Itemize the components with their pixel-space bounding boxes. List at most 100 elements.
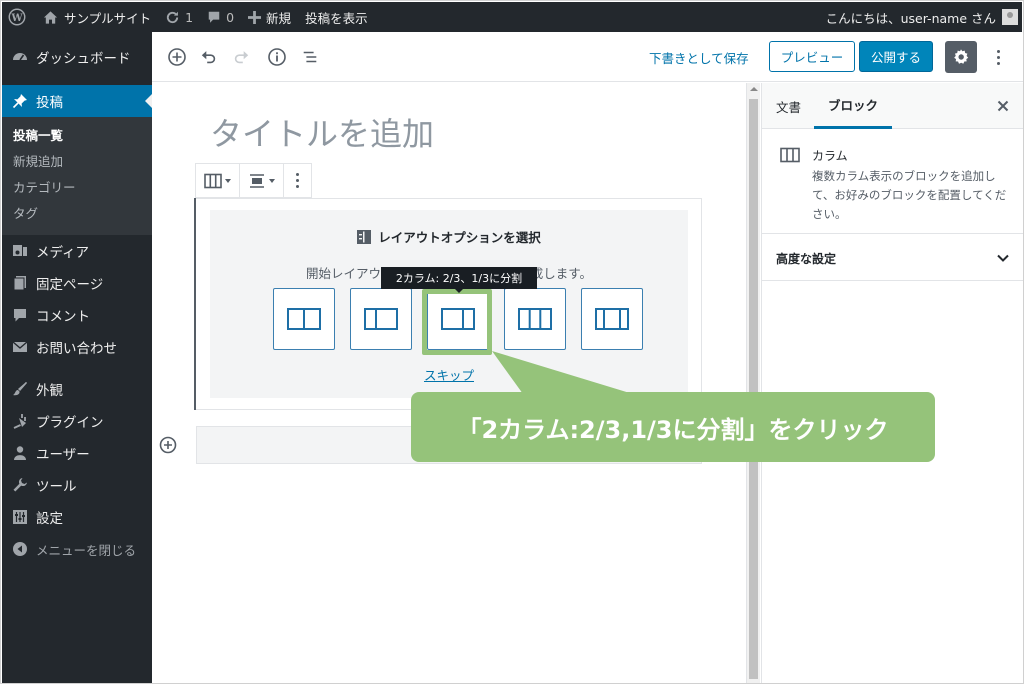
- layout-icon: [357, 229, 372, 244]
- menu-media[interactable]: メディア: [2, 235, 152, 267]
- menu-label: メニューを閉じる: [36, 542, 137, 558]
- editor-toolbar: 下書きとして保存 プレビュー 公開する: [152, 32, 1023, 82]
- editor-canvas: タイトルを追加 レイアウトオプションを選択 スキップ: [152, 83, 746, 683]
- layout-option-33-66[interactable]: [350, 288, 412, 350]
- close-icon[interactable]: [994, 97, 1012, 115]
- update-icon: [167, 11, 179, 23]
- menu-label: メディア: [36, 245, 90, 261]
- sidebar-tabs: 文書 ブロック: [762, 83, 1023, 129]
- menu-tools[interactable]: ツール: [2, 469, 152, 501]
- view-post-label: 投稿を表示: [305, 10, 368, 26]
- block-more-options-icon[interactable]: [284, 164, 311, 197]
- svg-text:W: W: [10, 13, 23, 24]
- more-options-icon[interactable]: [988, 44, 1008, 70]
- view-post-link[interactable]: 投稿を表示: [298, 2, 375, 32]
- brush-icon: [11, 380, 29, 398]
- menu-pages[interactable]: 固定ページ: [2, 267, 152, 299]
- media-icon: [11, 242, 29, 260]
- admin-sidebar: ダッシュボード 投稿 投稿一覧 新規追加 カテゴリー タグ メディア 固定ページ…: [2, 32, 152, 683]
- submenu-add-new[interactable]: 新規追加: [2, 149, 152, 175]
- wordpress-logo-icon[interactable]: W: [2, 2, 36, 32]
- preview-button[interactable]: プレビュー: [769, 41, 855, 72]
- columns-wide-center-icon: [595, 308, 629, 330]
- info-icon[interactable]: [265, 45, 289, 69]
- submenu-all-posts[interactable]: 投稿一覧: [2, 123, 152, 149]
- pin-icon: [11, 92, 29, 110]
- block-card-description: 複数カラム表示のブロックを追加して、お好みのブロックを配置してください。: [812, 169, 1007, 221]
- menu-users[interactable]: ユーザー: [2, 437, 152, 469]
- menu-plugins[interactable]: プラグイン: [2, 405, 152, 437]
- scroll-up-arrow-icon[interactable]: [750, 87, 758, 91]
- alignment-dropdown[interactable]: [240, 164, 284, 197]
- greeting: こんにちは、user-name さん: [825, 10, 996, 26]
- dashboard-icon: [11, 48, 29, 66]
- align-icon: [250, 173, 264, 188]
- site-name: サンプルサイト: [64, 10, 152, 26]
- menu-label: ユーザー: [36, 447, 90, 463]
- menu-label: プラグイン: [36, 415, 104, 431]
- submenu-categories[interactable]: カテゴリー: [2, 175, 152, 201]
- layout-option-33-33-33[interactable]: [504, 288, 566, 350]
- menu-appearance[interactable]: 外観: [2, 373, 152, 405]
- placeholder-label: レイアウトオプションを選択: [210, 227, 688, 246]
- scroll-thumb[interactable]: [749, 99, 758, 679]
- layout-tooltip: 2カラム: 2/3、1/3に分割: [381, 267, 537, 293]
- highlight-frame: [422, 289, 492, 355]
- account-menu[interactable]: こんにちは、user-name さん: [819, 2, 1022, 32]
- block-card-title: カラム: [812, 149, 848, 163]
- redo-icon[interactable]: [229, 45, 253, 69]
- layout-option-25-50-25[interactable]: [581, 288, 643, 350]
- menu-contact[interactable]: お問い合わせ: [2, 331, 152, 363]
- comment-icon: [11, 306, 29, 324]
- avatar: [1002, 9, 1018, 25]
- screenshot-frame: W サンプルサイト 1 0 新規 投稿を表示 こんにちは、user-name さ…: [0, 0, 1024, 684]
- posts-submenu: 投稿一覧 新規追加 カテゴリー タグ: [2, 117, 152, 235]
- menu-dashboard[interactable]: ダッシュボード: [2, 41, 152, 73]
- updates-link[interactable]: 1: [158, 2, 200, 32]
- menu-posts[interactable]: 投稿: [2, 85, 152, 117]
- menu-settings[interactable]: 設定: [2, 501, 152, 533]
- undo-icon[interactable]: [197, 45, 221, 69]
- menu-label: お問い合わせ: [36, 341, 117, 357]
- menu-label: ダッシュボード: [36, 51, 131, 67]
- post-title-input[interactable]: タイトルを追加: [210, 109, 434, 155]
- save-draft-button[interactable]: 下書きとして保存: [649, 48, 749, 67]
- menu-label: ツール: [36, 479, 77, 495]
- tab-block[interactable]: ブロック: [814, 83, 893, 129]
- user-icon: [11, 444, 29, 462]
- layout-option-50-50[interactable]: [273, 288, 335, 350]
- plus-icon: [248, 10, 262, 24]
- menu-collapse[interactable]: メニューを閉じる: [2, 533, 152, 565]
- publish-button[interactable]: 公開する: [859, 41, 933, 72]
- tab-document[interactable]: 文書: [776, 83, 801, 129]
- columns-33-66-icon: [364, 308, 398, 330]
- add-block-icon[interactable]: [165, 45, 189, 69]
- instruction-callout: 「2カラム:2/3,1/3に分割」をクリック: [411, 392, 935, 462]
- site-name-link[interactable]: サンプルサイト: [36, 2, 158, 32]
- add-block-icon[interactable]: [158, 435, 178, 455]
- placeholder-label-text: レイアウトオプションを選択: [378, 230, 541, 245]
- comments-link[interactable]: 0: [200, 2, 241, 32]
- home-icon: [43, 10, 58, 24]
- plugin-icon: [11, 412, 29, 430]
- columns-three-icon: [518, 308, 552, 330]
- skip-link[interactable]: スキップ: [210, 365, 688, 384]
- menu-comments[interactable]: コメント: [2, 299, 152, 331]
- outline-icon[interactable]: [298, 45, 322, 69]
- menu-label: コメント: [36, 309, 90, 325]
- page-icon: [11, 274, 29, 292]
- settings-sidebar: 文書 ブロック カラム 複数カラム表示のブロックを追加して、お好みのブロックを配…: [761, 83, 1023, 683]
- block-type-switcher[interactable]: [196, 164, 240, 197]
- chevron-down-icon: [269, 178, 275, 183]
- block-card: カラム 複数カラム表示のブロックを追加して、お好みのブロックを配置してください。: [762, 130, 1023, 234]
- submenu-tags[interactable]: タグ: [2, 201, 152, 227]
- admin-bar: W サンプルサイト 1 0 新規 投稿を表示 こんにちは、user-name さ…: [2, 2, 1022, 32]
- new-label: 新規: [266, 10, 292, 26]
- advanced-settings-toggle[interactable]: 高度な設定: [762, 235, 1023, 281]
- editor-scrollbar[interactable]: [746, 83, 760, 683]
- settings-gear-button[interactable]: [945, 41, 977, 73]
- mail-icon: [11, 338, 29, 356]
- collapse-icon: [11, 540, 29, 558]
- menu-label: 固定ページ: [36, 277, 104, 293]
- new-content-link[interactable]: 新規: [241, 2, 298, 32]
